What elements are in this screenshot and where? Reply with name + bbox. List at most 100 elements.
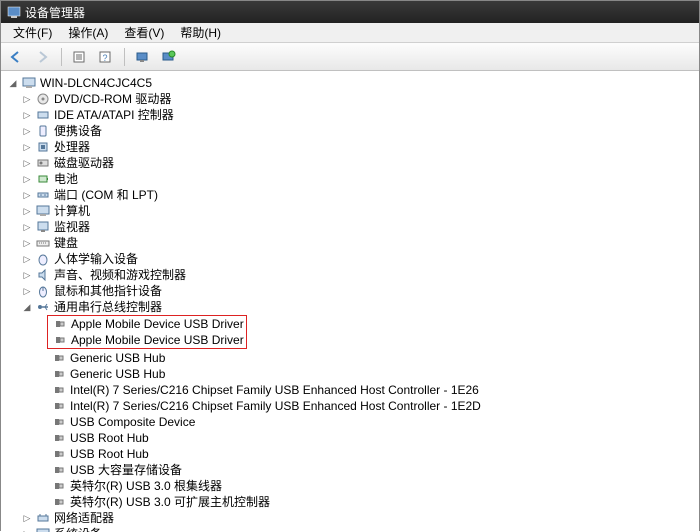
tree-device[interactable]: 英特尔(R) USB 3.0 可扩展主机控制器	[7, 494, 693, 510]
usb-device-icon	[51, 382, 67, 398]
expander-icon[interactable]: ▷	[21, 157, 33, 169]
hid-icon	[35, 251, 51, 267]
tree-device[interactable]: USB 大容量存储设备	[7, 462, 693, 478]
expander-icon[interactable]: ▷	[21, 189, 33, 201]
expander-icon[interactable]: ▷	[21, 205, 33, 217]
usb-device-icon	[51, 398, 67, 414]
tree-category[interactable]: ▷ 鼠标和其他指针设备	[7, 283, 693, 299]
app-icon	[7, 5, 21, 19]
processor-icon	[35, 139, 51, 155]
expander-icon[interactable]: ▷	[21, 285, 33, 297]
menu-view[interactable]: 查看(V)	[116, 22, 172, 43]
tree-category[interactable]: ▷ 磁盘驱动器	[7, 155, 693, 171]
portable-icon	[35, 123, 51, 139]
tree-category[interactable]: ▷ 计算机	[7, 203, 693, 219]
usb-device-icon	[51, 478, 67, 494]
tree-label: Apple Mobile Device USB Driver	[70, 316, 244, 332]
tree-label: 键盘	[53, 235, 78, 251]
toolbar-separator	[124, 48, 125, 66]
tree-device[interactable]: Generic USB Hub	[7, 366, 693, 382]
system-icon	[35, 526, 51, 532]
tree-label: USB Root Hub	[69, 446, 149, 462]
tree-device[interactable]: USB Root Hub	[7, 446, 693, 462]
tree-label: IDE ATA/ATAPI 控制器	[53, 107, 174, 123]
toolbar: ?	[1, 43, 699, 71]
expander-icon[interactable]: ▷	[21, 173, 33, 185]
expander-icon[interactable]: ▷	[21, 528, 33, 532]
tree-device[interactable]: USB Root Hub	[7, 430, 693, 446]
titlebar: 设备管理器	[1, 1, 699, 23]
tree-category[interactable]: ▷ 便携设备	[7, 123, 693, 139]
usb-device-icon	[51, 462, 67, 478]
disk-icon	[35, 155, 51, 171]
menu-help[interactable]: 帮助(H)	[172, 22, 229, 43]
tree-label: USB 大容量存储设备	[69, 462, 182, 478]
expander-icon[interactable]: ▷	[21, 125, 33, 137]
expander-icon[interactable]: ▷	[21, 512, 33, 524]
menubar: 文件(F) 操作(A) 查看(V) 帮助(H)	[1, 23, 699, 43]
device-tree[interactable]: ◢ WIN-DLCN4CJC4C5 ▷ DVD/CD-ROM 驱动器 ▷ IDE…	[1, 71, 699, 532]
menu-action[interactable]: 操作(A)	[60, 22, 116, 43]
tree-label: Intel(R) 7 Series/C216 Chipset Family US…	[69, 382, 479, 398]
usb-device-icon	[51, 430, 67, 446]
properties-button[interactable]	[68, 46, 92, 68]
scan-button[interactable]	[131, 46, 155, 68]
tree-category[interactable]: ▷ 网络适配器	[7, 510, 693, 526]
tree-category[interactable]: ▷ IDE ATA/ATAPI 控制器	[7, 107, 693, 123]
expander-icon[interactable]: ◢	[21, 301, 33, 313]
tree-label: 网络适配器	[53, 510, 114, 526]
tree-category[interactable]: ▷ 端口 (COM 和 LPT)	[7, 187, 693, 203]
expander-icon[interactable]: ▷	[21, 253, 33, 265]
computer-icon	[35, 203, 51, 219]
tree-device[interactable]: 英特尔(R) USB 3.0 根集线器	[7, 478, 693, 494]
tree-label: Generic USB Hub	[69, 366, 165, 382]
usb-device-icon	[51, 366, 67, 382]
tree-category[interactable]: ▷ 人体学输入设备	[7, 251, 693, 267]
battery-icon	[35, 171, 51, 187]
toolbar-separator	[61, 48, 62, 66]
usb-device-icon	[51, 494, 67, 510]
tree-device[interactable]: Generic USB Hub	[7, 350, 693, 366]
tree-label: 英特尔(R) USB 3.0 可扩展主机控制器	[69, 494, 270, 510]
usb-device-icon	[52, 316, 68, 332]
highlight-box: Apple Mobile Device USB Driver Apple Mob…	[47, 315, 247, 349]
tree-root[interactable]: ◢ WIN-DLCN4CJC4C5	[7, 75, 693, 91]
tree-label: 英特尔(R) USB 3.0 根集线器	[69, 478, 222, 494]
tree-label: 通用串行总线控制器	[53, 299, 162, 315]
sound-icon	[35, 267, 51, 283]
back-button[interactable]	[5, 46, 29, 68]
tree-device[interactable]: Intel(R) 7 Series/C216 Chipset Family US…	[7, 398, 693, 414]
tree-category[interactable]: ▷ 系统设备	[7, 526, 693, 532]
tree-device[interactable]: Intel(R) 7 Series/C216 Chipset Family US…	[7, 382, 693, 398]
forward-button[interactable]	[31, 46, 55, 68]
expander-icon[interactable]: ▷	[21, 221, 33, 233]
tree-label: 磁盘驱动器	[53, 155, 114, 171]
menu-file[interactable]: 文件(F)	[5, 22, 60, 43]
tree-device[interactable]: Apple Mobile Device USB Driver	[50, 332, 244, 348]
tree-label: 监视器	[53, 219, 90, 235]
tree-device[interactable]: USB Composite Device	[7, 414, 693, 430]
tree-label: Generic USB Hub	[69, 350, 165, 366]
tree-category[interactable]: ▷ 电池	[7, 171, 693, 187]
tree-label: 电池	[53, 171, 78, 187]
tree-category[interactable]: ▷ 键盘	[7, 235, 693, 251]
expander-icon[interactable]: ▷	[21, 237, 33, 249]
expander-icon[interactable]: ▷	[21, 269, 33, 281]
refresh-button[interactable]	[157, 46, 181, 68]
expander-icon[interactable]: ▷	[21, 93, 33, 105]
help-button[interactable]: ?	[94, 46, 118, 68]
expander-icon[interactable]: ▷	[21, 141, 33, 153]
tree-device[interactable]: Apple Mobile Device USB Driver	[50, 316, 244, 332]
tree-label: 处理器	[53, 139, 90, 155]
tree-label: USB Root Hub	[69, 430, 149, 446]
tree-category[interactable]: ▷ 处理器	[7, 139, 693, 155]
expander-icon[interactable]: ◢	[7, 77, 19, 89]
tree-category-usb[interactable]: ◢ 通用串行总线控制器	[7, 299, 693, 315]
expander-icon[interactable]: ▷	[21, 109, 33, 121]
tree-category[interactable]: ▷ 声音、视频和游戏控制器	[7, 267, 693, 283]
network-icon	[35, 510, 51, 526]
tree-category[interactable]: ▷ DVD/CD-ROM 驱动器	[7, 91, 693, 107]
tree-category[interactable]: ▷ 监视器	[7, 219, 693, 235]
port-icon	[35, 187, 51, 203]
tree-label: DVD/CD-ROM 驱动器	[53, 91, 171, 107]
